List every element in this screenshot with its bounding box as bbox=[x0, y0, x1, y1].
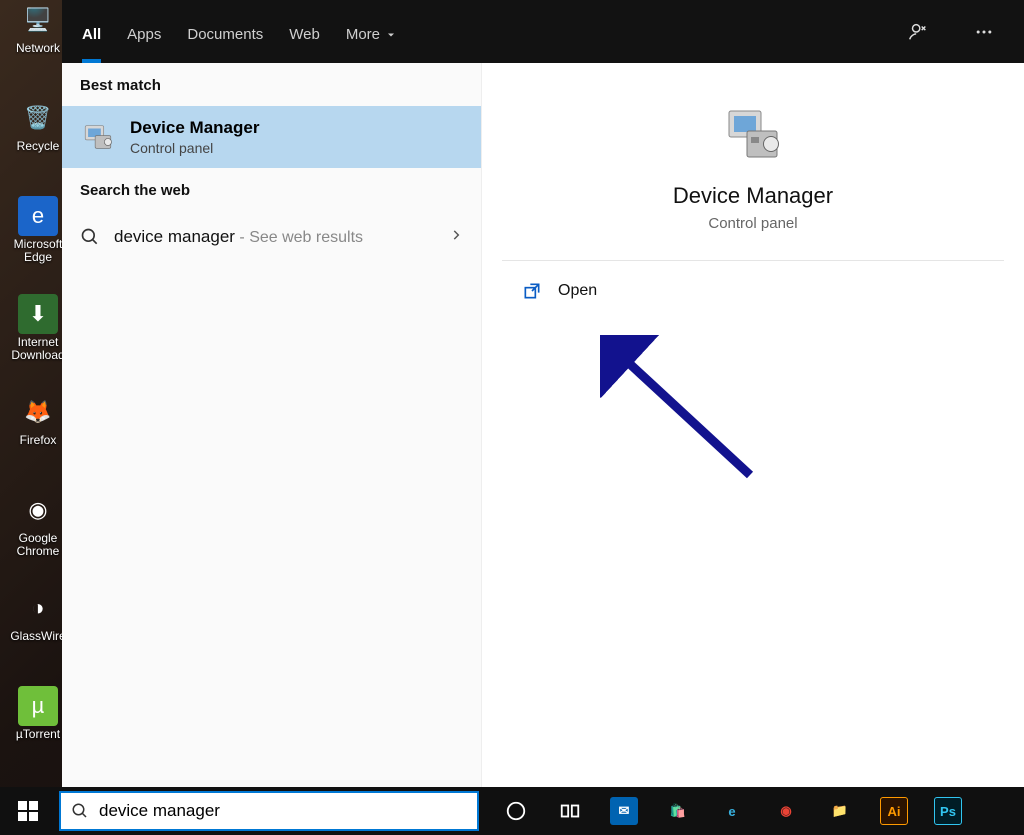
mail-icon: ✉ bbox=[610, 797, 638, 825]
taskbar-item-mail[interactable]: ✉ bbox=[597, 787, 651, 835]
desktop-icon-glasswire[interactable]: ◑ GlassWire bbox=[8, 588, 68, 658]
taskview-icon bbox=[559, 800, 581, 822]
web-query-text: device manager bbox=[114, 227, 235, 246]
utorrent-icon: µ bbox=[18, 686, 58, 726]
desktop-icon-edge[interactable]: e Microsoft Edge bbox=[8, 196, 68, 266]
details-subtitle: Control panel bbox=[708, 215, 797, 232]
taskbar-search-input[interactable] bbox=[99, 801, 467, 821]
feedback-icon[interactable] bbox=[898, 12, 938, 52]
web-hint-text: - See web results bbox=[235, 229, 363, 246]
best-match-result[interactable]: Device Manager Control panel bbox=[62, 106, 481, 168]
photoshop-icon: Ps bbox=[934, 797, 962, 825]
search-filter-bar: All Apps Documents Web More bbox=[62, 0, 1024, 63]
start-button[interactable] bbox=[0, 787, 56, 835]
best-match-header: Best match bbox=[62, 63, 481, 106]
store-icon: 🛍️ bbox=[664, 797, 692, 825]
desktop-icon-chrome[interactable]: ◉ Google Chrome bbox=[8, 490, 68, 560]
explorer-icon: 📁 bbox=[826, 797, 854, 825]
filter-tab-apps[interactable]: Apps bbox=[127, 0, 161, 63]
search-icon bbox=[80, 227, 100, 247]
filter-tab-web[interactable]: Web bbox=[289, 0, 320, 63]
search-web-result[interactable]: device manager - See web results bbox=[62, 211, 481, 263]
best-match-title: Device Manager bbox=[130, 118, 259, 138]
recycle-icon: 🗑️ bbox=[18, 98, 58, 138]
taskbar-item-explorer[interactable]: 📁 bbox=[813, 787, 867, 835]
filter-tab-all[interactable]: All bbox=[82, 0, 101, 63]
taskbar-item-taskview[interactable] bbox=[543, 787, 597, 835]
taskbar-item-illustrator[interactable]: Ai bbox=[867, 787, 921, 835]
desktop-icon-label: Internet Download bbox=[8, 336, 68, 362]
network-icon: 🖥️ bbox=[18, 0, 58, 40]
desktop-icon-utorrent[interactable]: µ µTorrent bbox=[8, 686, 68, 756]
desktop-icon-label: Recycle bbox=[17, 140, 60, 153]
taskbar-search-box[interactable] bbox=[59, 791, 479, 831]
more-options-icon[interactable] bbox=[964, 12, 1004, 52]
desktop-icon-recycle[interactable]: 🗑️ Recycle bbox=[8, 98, 68, 168]
results-column: Best match Device Manager Control panel bbox=[62, 63, 482, 787]
desktop-icon-idm[interactable]: ⬇ Internet Download bbox=[8, 294, 68, 364]
taskbar-item-photoshop[interactable]: Ps bbox=[921, 787, 975, 835]
chrome-icon: ◉ bbox=[772, 797, 800, 825]
filter-tab-more[interactable]: More bbox=[346, 0, 397, 63]
desktop-icon-label: Firefox bbox=[20, 434, 57, 447]
chrome-icon: ◉ bbox=[18, 490, 58, 530]
chevron-right-icon bbox=[449, 228, 463, 247]
best-match-subtitle: Control panel bbox=[130, 140, 259, 156]
taskbar: ✉ 🛍️ e ◉ 📁 Ai Ps bbox=[0, 787, 1024, 835]
desktop-icon-label: Network bbox=[16, 42, 60, 55]
open-icon bbox=[522, 281, 542, 301]
taskbar-item-chrome[interactable]: ◉ bbox=[759, 787, 813, 835]
firefox-icon: 🦊 bbox=[18, 392, 58, 432]
search-icon bbox=[71, 802, 89, 820]
desktop-icon-label: Google Chrome bbox=[8, 532, 68, 558]
details-column: Device Manager Control panel Open bbox=[482, 63, 1024, 787]
taskbar-item-store[interactable]: 🛍️ bbox=[651, 787, 705, 835]
chevron-down-icon bbox=[385, 29, 397, 41]
taskbar-item-edge[interactable]: e bbox=[705, 787, 759, 835]
open-action[interactable]: Open bbox=[482, 261, 1024, 321]
filter-tab-documents[interactable]: Documents bbox=[187, 0, 263, 63]
cortana-icon bbox=[505, 800, 527, 822]
desktop-icon-firefox[interactable]: 🦊 Firefox bbox=[8, 392, 68, 462]
idm-icon: ⬇ bbox=[18, 294, 58, 334]
windows-logo-icon bbox=[18, 801, 38, 821]
details-title: Device Manager bbox=[673, 183, 833, 209]
illustrator-icon: Ai bbox=[880, 797, 908, 825]
edge-icon: e bbox=[718, 797, 746, 825]
device-manager-small-icon bbox=[80, 119, 116, 155]
search-web-header: Search the web bbox=[62, 168, 481, 211]
start-search-panel: All Apps Documents Web More Best match bbox=[62, 0, 1024, 787]
glasswire-icon: ◑ bbox=[18, 588, 58, 628]
desktop-icon-label: Microsoft Edge bbox=[8, 238, 68, 264]
taskbar-item-cortana[interactable] bbox=[489, 787, 543, 835]
desktop-icon-network[interactable]: 🖥️ Network bbox=[8, 0, 68, 70]
edge-icon: e bbox=[18, 196, 58, 236]
desktop-icon-label: µTorrent bbox=[16, 728, 60, 741]
device-manager-large-icon bbox=[721, 103, 785, 167]
open-action-label: Open bbox=[558, 282, 597, 300]
desktop-icon-label: GlassWire bbox=[10, 630, 65, 643]
